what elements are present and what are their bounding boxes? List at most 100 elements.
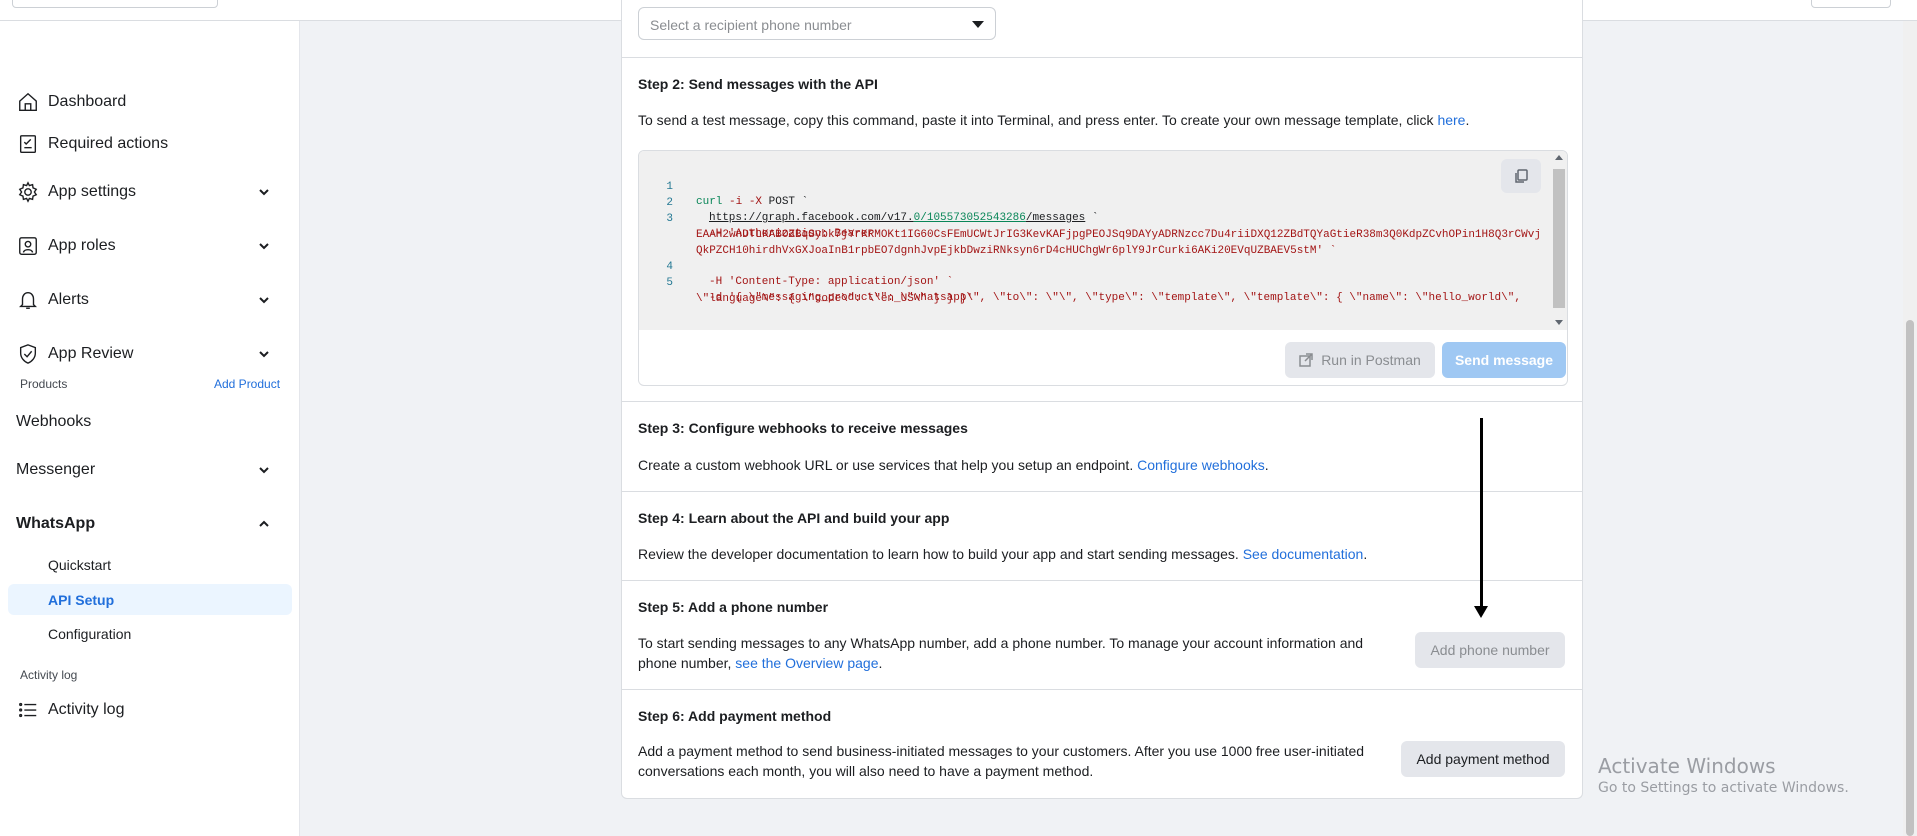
sidebar-item-app-review[interactable]: App Review [0, 334, 300, 374]
sidebar: Dashboard Required actions App settings … [0, 21, 300, 836]
step5-punct: . [878, 655, 883, 671]
step5-title: Step 5: Add a phone number [638, 599, 829, 615]
step2-punct: . [1465, 112, 1470, 128]
step2-title: Step 2: Send messages with the API [638, 76, 878, 92]
dropdown-caret-icon [972, 21, 984, 28]
code-token: curl [696, 196, 730, 208]
sidebar-item-label: Required actions [48, 135, 169, 152]
sidebar-item-label: Activity log [48, 701, 125, 718]
add-phone-number-button[interactable]: Add phone number [1415, 632, 1565, 668]
external-link-icon [1299, 353, 1313, 367]
send-message-button[interactable]: Send message [1442, 342, 1566, 378]
scroll-down-arrow-icon[interactable] [1555, 320, 1563, 325]
user-badge-icon [16, 234, 40, 258]
step5-body: To start sending messages to any WhatsAp… [638, 635, 1364, 651]
sidebar-item-whatsapp[interactable]: WhatsApp [0, 504, 300, 544]
add-payment-method-button[interactable]: Add payment method [1401, 741, 1565, 777]
recipient-phone-select[interactable]: Select a recipient phone number [638, 7, 996, 40]
gear-icon [16, 180, 40, 204]
sidebar-item-webhooks[interactable]: Webhooks [16, 413, 91, 431]
sidebar-item-messenger[interactable]: Messenger [0, 450, 300, 490]
step3-punct: . [1264, 457, 1269, 473]
sidebar-item-required-actions[interactable]: Required actions [0, 124, 300, 164]
sidebar-subitem-api-setup[interactable]: API Setup [8, 584, 292, 615]
api-setup-card: Select a recipient phone number Step 2: … [621, 0, 1583, 799]
page-scrollbar-thumb[interactable] [1906, 320, 1914, 836]
chevron-down-icon [256, 292, 272, 308]
divider [622, 491, 1582, 492]
sidebar-item-label: Alerts [48, 291, 89, 308]
sidebar-item-alerts[interactable]: Alerts [0, 280, 300, 320]
chevron-down-icon [256, 184, 272, 200]
step2-body: To send a test message, copy this comman… [638, 112, 1438, 128]
scroll-up-arrow-icon[interactable] [1555, 155, 1563, 160]
products-section-label: Products [20, 377, 68, 391]
code-line: \"language\": { \"code\": \"en_US\" } } … [639, 277, 973, 322]
checklist-icon [16, 132, 40, 156]
step2-text: To send a test message, copy this comman… [638, 110, 1469, 130]
code-token: 0/105573052543286 [913, 212, 1026, 224]
add-product-link[interactable]: Add Product [214, 377, 280, 391]
step6-text: Add a payment method to send business-in… [638, 741, 1364, 781]
sidebar-item-app-settings[interactable]: App settings [0, 172, 300, 212]
step5-body: phone number, [638, 655, 736, 671]
annotation-arrow-head [1474, 606, 1488, 618]
step6-title: Step 6: Add payment method [638, 708, 832, 724]
divider [622, 689, 1582, 690]
step4-body: Review the developer documentation to le… [638, 546, 1243, 562]
code-token: /messages [1025, 212, 1086, 224]
copy-icon [1515, 169, 1528, 183]
activity-section-label: Activity log [20, 668, 78, 682]
app-selector[interactable] [12, 0, 218, 8]
step3-title: Step 3: Configure webhooks to receive me… [638, 420, 968, 436]
chevron-up-icon [256, 516, 272, 532]
list-icon [16, 698, 40, 722]
sidebar-subitem-configuration[interactable]: Configuration [8, 618, 292, 649]
code-token: ` [1085, 212, 1099, 224]
chevron-down-icon [256, 238, 272, 254]
divider [622, 580, 1582, 581]
sidebar-item-label: App Review [48, 345, 134, 362]
overview-page-link[interactable]: see the Overview page [735, 655, 878, 671]
copy-code-button[interactable] [1501, 159, 1541, 193]
code-token: EAAH2wnDTLKABOZBqSybk7jYrKRMOKt1IG60CsFE… [696, 229, 1541, 241]
sidebar-item-app-roles[interactable]: App roles [0, 226, 300, 266]
sidebar-item-label: WhatsApp [16, 515, 96, 532]
step5-text: To start sending messages to any WhatsAp… [638, 633, 1363, 673]
code-editor[interactable]: 1 curl -i -X POST ` 2 https://graph.face… [639, 151, 1567, 330]
select-placeholder: Select a recipient phone number [650, 17, 852, 33]
code-token: -H 'Content-Type: application/json' ` [709, 276, 954, 288]
shield-check-icon [16, 342, 40, 366]
windows-watermark-subtitle: Go to Settings to activate Windows. [1598, 780, 1849, 796]
code-token: \"language\": { \"code\": \"en_US\" } } … [696, 293, 974, 305]
divider [622, 57, 1582, 58]
code-snippet-box: 1 curl -i -X POST ` 2 https://graph.face… [638, 150, 1568, 386]
code-token: POST ` [768, 196, 809, 208]
code-scrollbar-thumb[interactable] [1553, 169, 1565, 308]
divider [622, 401, 1582, 402]
sidebar-item-activity-log[interactable]: Activity log [0, 690, 300, 730]
step3-body: Create a custom webhook URL or use servi… [638, 457, 1138, 473]
step6-body: Add a payment method to send business-in… [638, 743, 1365, 759]
step3-text: Create a custom webhook URL or use servi… [638, 455, 1269, 475]
code-token: -i -X [729, 196, 769, 208]
configure-webhooks-link[interactable]: Configure webhooks [1137, 457, 1265, 473]
see-documentation-link[interactable]: See documentation [1243, 546, 1364, 562]
code-token: QkPZCH10hirdhVxGXJoaInB1rpbEO7dgnhJvpEjk… [696, 245, 1337, 257]
sidebar-item-label: Dashboard [48, 93, 127, 110]
sidebar-item-label: App settings [48, 183, 137, 200]
run-in-postman-button[interactable]: Run in Postman [1285, 342, 1435, 378]
sidebar-item-dashboard[interactable]: Dashboard [0, 82, 300, 122]
chevron-down-icon [256, 462, 272, 478]
windows-watermark-title: Activate Windows [1598, 754, 1776, 778]
run-in-postman-label: Run in Postman [1321, 352, 1421, 368]
code-token: https://graph.facebook.com/v17. [709, 212, 914, 224]
annotation-arrow [1480, 418, 1483, 608]
template-here-link[interactable]: here [1437, 112, 1465, 128]
sidebar-subitem-quickstart[interactable]: Quickstart [8, 549, 292, 580]
sidebar-item-label: Messenger [16, 461, 96, 478]
step4-title: Step 4: Learn about the API and build yo… [638, 510, 950, 526]
step6-body: conversations each month, you will also … [638, 763, 1094, 779]
sidebar-item-label: App roles [48, 237, 116, 254]
top-right-button[interactable] [1811, 0, 1891, 8]
